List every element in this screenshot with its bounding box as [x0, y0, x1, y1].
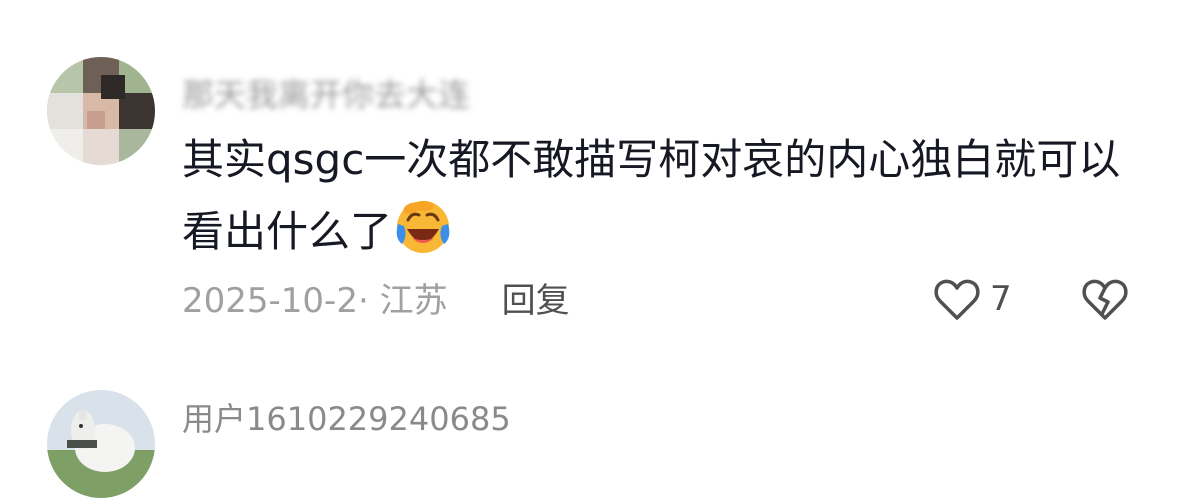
comment-text: 其实qsgc一次都不敢描写柯对哀的内心独白就可以看出什么了	[182, 124, 1142, 268]
like-count: 7	[990, 279, 1012, 319]
comment-meta: 2025-10-2· 江苏 回复	[182, 272, 570, 322]
heart-outline-icon	[934, 279, 980, 320]
dislike-button[interactable]	[1080, 274, 1130, 324]
laughing-crying-emoji-icon	[394, 198, 452, 256]
comment-body: 其实qsgc一次都不敢描写柯对哀的内心独白就可以看出什么了	[182, 135, 1121, 256]
reply-button[interactable]: 回复	[502, 273, 570, 322]
broken-heart-icon	[1082, 279, 1128, 320]
username[interactable]: 用户1610229240685	[182, 394, 511, 440]
avatar[interactable]	[47, 57, 155, 165]
date-location: 2025-10-2· 江苏	[182, 280, 448, 321]
username[interactable]: 那天我离开你去大连	[182, 70, 470, 116]
comment-item: 那天我离开你去大连 其实qsgc一次都不敢描写柯对哀的内心独白就可以看出什么了 …	[0, 0, 1179, 360]
comment-item: 用户1610229240685	[0, 360, 1179, 498]
like-button[interactable]: 7	[932, 272, 1012, 326]
avatar[interactable]	[47, 390, 155, 498]
